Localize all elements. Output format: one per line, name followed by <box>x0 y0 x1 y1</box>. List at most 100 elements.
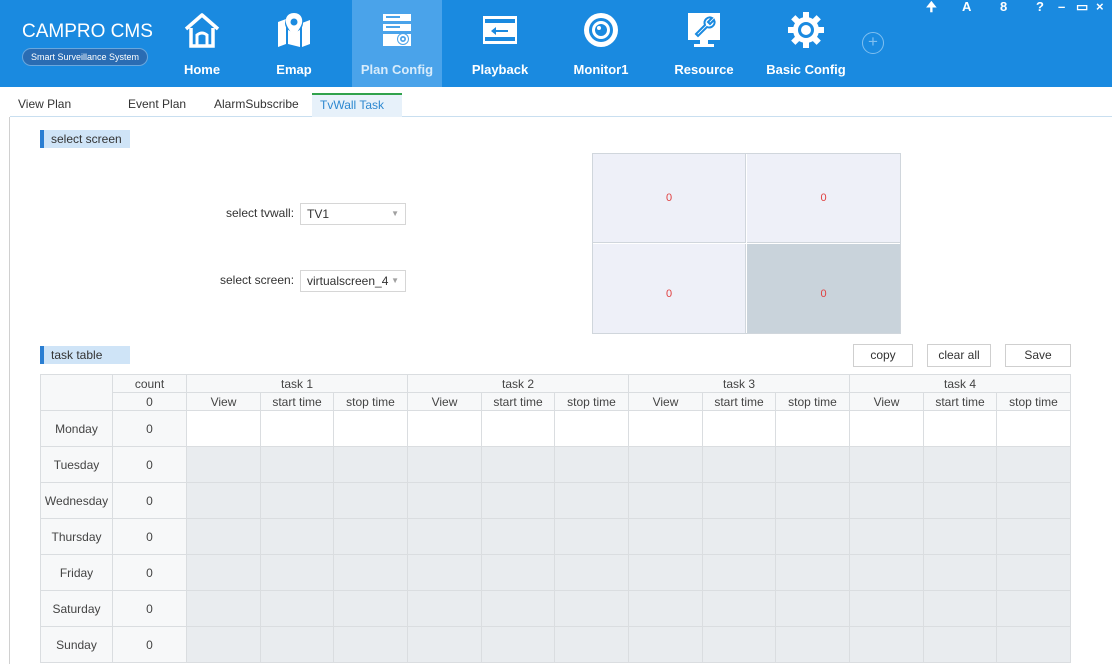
screen-select[interactable]: virtualscreen_4 ▼ <box>300 270 406 292</box>
task-slot-cell[interactable] <box>628 446 703 483</box>
task-slot-cell[interactable] <box>186 626 261 663</box>
task-slot-cell[interactable] <box>702 482 776 519</box>
minimize-icon[interactable]: – <box>1058 0 1065 16</box>
task-slot-cell[interactable] <box>849 518 924 555</box>
task-slot-cell[interactable] <box>996 554 1071 591</box>
task-slot-cell[interactable] <box>554 410 629 447</box>
task-slot-cell[interactable] <box>260 518 334 555</box>
nav-resource[interactable]: Resource <box>664 0 744 87</box>
task-slot-cell[interactable] <box>333 446 408 483</box>
task-slot-cell[interactable] <box>260 590 334 627</box>
copy-button[interactable]: copy <box>853 344 913 367</box>
task-slot-cell[interactable] <box>702 446 776 483</box>
maximize-icon[interactable]: ▭ <box>1076 0 1088 16</box>
task-slot-cell[interactable] <box>923 554 997 591</box>
help-icon[interactable]: ? <box>1036 0 1044 16</box>
task-slot-cell[interactable] <box>849 410 924 447</box>
tab-alarm-subscribe[interactable]: AlarmSubscribe <box>206 93 307 117</box>
task-slot-cell[interactable] <box>407 446 482 483</box>
task-slot-cell[interactable] <box>702 518 776 555</box>
task-slot-cell[interactable] <box>260 446 334 483</box>
nav-home[interactable]: Home <box>172 0 232 87</box>
task-slot-cell[interactable] <box>186 410 261 447</box>
task-slot-cell[interactable] <box>260 410 334 447</box>
task-slot-cell[interactable] <box>333 626 408 663</box>
screen-cell[interactable]: 0 <box>747 154 900 243</box>
tab-tvwall-task[interactable]: TvWall Task <box>312 93 402 117</box>
task-slot-cell[interactable] <box>849 482 924 519</box>
task-slot-cell[interactable] <box>923 626 997 663</box>
task-slot-cell[interactable] <box>554 554 629 591</box>
task-slot-cell[interactable] <box>923 482 997 519</box>
task-slot-cell[interactable] <box>407 518 482 555</box>
task-slot-cell[interactable] <box>775 446 850 483</box>
task-slot-cell[interactable] <box>554 446 629 483</box>
task-slot-cell[interactable] <box>186 554 261 591</box>
close-icon[interactable]: × <box>1096 0 1104 16</box>
task-slot-cell[interactable] <box>923 518 997 555</box>
add-tab-icon[interactable]: + <box>862 32 884 54</box>
task-slot-cell[interactable] <box>554 590 629 627</box>
task-slot-cell[interactable] <box>775 518 850 555</box>
task-slot-cell[interactable] <box>481 410 555 447</box>
task-slot-cell[interactable] <box>628 554 703 591</box>
task-slot-cell[interactable] <box>628 518 703 555</box>
task-slot-cell[interactable] <box>775 410 850 447</box>
task-slot-cell[interactable] <box>628 626 703 663</box>
nav-plan-config[interactable]: Plan Config <box>352 0 442 87</box>
task-slot-cell[interactable] <box>260 554 334 591</box>
task-slot-cell[interactable] <box>481 446 555 483</box>
task-slot-cell[interactable] <box>407 590 482 627</box>
task-slot-cell[interactable] <box>923 410 997 447</box>
task-slot-cell[interactable] <box>333 554 408 591</box>
task-slot-cell[interactable] <box>849 446 924 483</box>
task-slot-cell[interactable] <box>775 554 850 591</box>
task-slot-cell[interactable] <box>628 410 703 447</box>
task-slot-cell[interactable] <box>702 410 776 447</box>
task-slot-cell[interactable] <box>996 446 1071 483</box>
task-slot-cell[interactable] <box>186 446 261 483</box>
task-slot-cell[interactable] <box>333 410 408 447</box>
clear-all-button[interactable]: clear all <box>927 344 991 367</box>
task-slot-cell[interactable] <box>481 626 555 663</box>
screen-cell[interactable]: 0 <box>593 154 746 243</box>
task-slot-cell[interactable] <box>996 518 1071 555</box>
task-slot-cell[interactable] <box>775 482 850 519</box>
task-slot-cell[interactable] <box>849 626 924 663</box>
task-slot-cell[interactable] <box>702 554 776 591</box>
task-slot-cell[interactable] <box>333 590 408 627</box>
language-icon[interactable]: A <box>962 0 971 16</box>
tvwall-select[interactable]: TV1 ▼ <box>300 203 406 225</box>
task-slot-cell[interactable] <box>849 590 924 627</box>
save-button[interactable]: Save <box>1005 344 1071 367</box>
task-slot-cell[interactable] <box>554 518 629 555</box>
pin-icon[interactable]: 🠉 <box>926 0 937 16</box>
task-slot-cell[interactable] <box>996 410 1071 447</box>
task-slot-cell[interactable] <box>775 626 850 663</box>
task-slot-cell[interactable] <box>481 518 555 555</box>
tab-view-plan[interactable]: View Plan <box>10 93 79 117</box>
lock-icon[interactable]: 8 <box>1000 0 1007 16</box>
task-slot-cell[interactable] <box>996 626 1071 663</box>
task-slot-cell[interactable] <box>628 590 703 627</box>
task-slot-cell[interactable] <box>481 590 555 627</box>
task-slot-cell[interactable] <box>702 590 776 627</box>
task-slot-cell[interactable] <box>996 482 1071 519</box>
task-slot-cell[interactable] <box>333 482 408 519</box>
task-slot-cell[interactable] <box>775 590 850 627</box>
task-slot-cell[interactable] <box>702 626 776 663</box>
screen-cell-selected[interactable]: 0 <box>747 244 900 333</box>
task-slot-cell[interactable] <box>186 590 261 627</box>
task-slot-cell[interactable] <box>849 554 924 591</box>
nav-emap[interactable]: Emap <box>264 0 324 87</box>
nav-basic-config[interactable]: Basic Config <box>756 0 856 87</box>
task-slot-cell[interactable] <box>554 482 629 519</box>
task-slot-cell[interactable] <box>186 518 261 555</box>
task-slot-cell[interactable] <box>407 410 482 447</box>
task-slot-cell[interactable] <box>260 482 334 519</box>
task-slot-cell[interactable] <box>407 626 482 663</box>
task-slot-cell[interactable] <box>260 626 334 663</box>
screen-cell[interactable]: 0 <box>593 244 746 333</box>
task-slot-cell[interactable] <box>554 626 629 663</box>
task-slot-cell[interactable] <box>628 482 703 519</box>
